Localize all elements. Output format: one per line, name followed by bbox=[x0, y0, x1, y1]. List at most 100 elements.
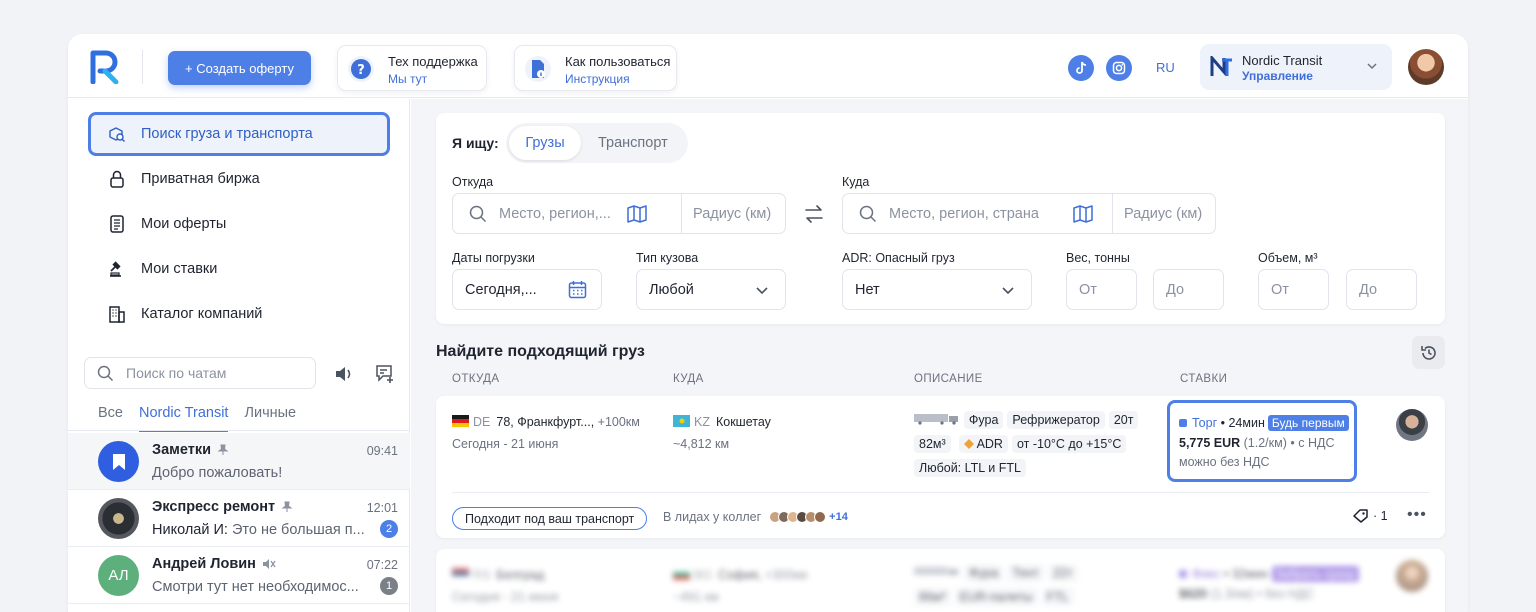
cargo-card[interactable]: DE 78, Франкфурт..., +100км Сегодня - 21 … bbox=[436, 396, 1445, 538]
volume-from-field bbox=[1258, 269, 1329, 310]
cargo-card[interactable]: RS Белград Сегодня - 21 июня BG София, +30… bbox=[436, 549, 1445, 612]
doc-info-icon bbox=[525, 56, 551, 82]
shipper-avatar[interactable] bbox=[1396, 409, 1428, 441]
cargo-date: Сегодня - 21 июня bbox=[452, 437, 559, 451]
unread-badge: 2 bbox=[380, 520, 398, 538]
from-input[interactable] bbox=[499, 205, 619, 222]
to-radius-input[interactable] bbox=[1124, 205, 1214, 222]
howto-link[interactable]: Инструкция bbox=[565, 72, 630, 86]
chat-tabs: Все Nordic Transit Личные bbox=[98, 405, 312, 432]
weight-to-field bbox=[1153, 269, 1224, 310]
howto-card[interactable]: Как пользоваться Инструкция bbox=[514, 45, 677, 91]
speaker-icon[interactable] bbox=[333, 363, 355, 385]
chat-time: 07:22 bbox=[366, 558, 398, 572]
question-icon: ? bbox=[348, 56, 374, 82]
weight-to-input[interactable] bbox=[1166, 281, 1216, 298]
support-card[interactable]: ? Тех поддержка Мы тут bbox=[337, 45, 487, 91]
nav-private-exchange[interactable]: Приватная биржа bbox=[88, 157, 390, 201]
chat-search-input[interactable] bbox=[126, 365, 296, 381]
to-label: Куда bbox=[842, 175, 870, 189]
mode-cargo[interactable]: Грузы bbox=[509, 126, 581, 160]
cargo-to: KZ Кокшетау bbox=[673, 415, 771, 429]
support-link[interactable]: Мы тут bbox=[388, 72, 427, 86]
more-options-icon[interactable]: ••• bbox=[1407, 506, 1427, 524]
dates-field[interactable]: Сегодня,... bbox=[452, 269, 602, 310]
header-divider bbox=[142, 50, 143, 84]
nav-cargo-search[interactable]: Поиск груза и транспорта bbox=[88, 112, 390, 156]
map-icon[interactable] bbox=[1073, 204, 1093, 223]
history-button[interactable] bbox=[1412, 336, 1445, 369]
pin-icon bbox=[217, 444, 229, 455]
cargo-date: Сегодня - 21 июня bbox=[452, 590, 559, 604]
tab-personal[interactable]: Личные bbox=[244, 405, 296, 432]
chat-item-andrey-lovin[interactable]: АЛ Андрей Ловин Смотри тут нет необходим… bbox=[68, 547, 410, 604]
adr-label: ADR: Опасный груз bbox=[842, 251, 955, 265]
weight-from-input[interactable] bbox=[1079, 281, 1129, 298]
from-field bbox=[452, 193, 786, 234]
nav-label: Поиск груза и транспорта bbox=[141, 126, 313, 142]
language-switcher[interactable]: RU bbox=[1156, 60, 1175, 75]
colleague-avatars bbox=[769, 511, 827, 523]
user-avatar[interactable] bbox=[1408, 49, 1444, 85]
body-type-select[interactable]: Любой bbox=[636, 269, 786, 310]
be-first-badge: Будь первым bbox=[1267, 415, 1349, 431]
search-icon bbox=[97, 365, 114, 381]
nav-my-bids[interactable]: Мои ставки bbox=[88, 247, 390, 291]
chevron-down-icon bbox=[1367, 63, 1377, 70]
volume-to-field bbox=[1346, 269, 1417, 310]
howto-title: Как пользоваться bbox=[565, 54, 671, 69]
rate-type-marker bbox=[1179, 570, 1187, 578]
rate-header: Торг • 24мин Будь первым bbox=[1179, 415, 1349, 431]
mode-toggle: Грузы Транспорт bbox=[506, 123, 688, 163]
org-switcher[interactable]: Nordic Transit Управление bbox=[1200, 44, 1392, 90]
chat-search-box[interactable] bbox=[84, 357, 316, 389]
cargo-distance: ~4,812 км bbox=[673, 437, 730, 451]
col-header-rates: СТАВКИ bbox=[1180, 373, 1228, 385]
flag-kz-icon bbox=[673, 415, 690, 427]
app-window: + Создать оферту ? Тех поддержка Мы тут … bbox=[68, 34, 1468, 612]
chat-last-message: Николай И: Это не большая п... bbox=[152, 522, 365, 538]
instagram-icon[interactable] bbox=[1106, 55, 1132, 81]
create-offer-button[interactable]: + Создать оферту bbox=[168, 51, 311, 85]
mute-icon bbox=[262, 559, 276, 569]
lock-icon bbox=[108, 170, 126, 188]
chat-time: 12:01 bbox=[366, 501, 398, 515]
pin-icon bbox=[281, 501, 293, 512]
rate-box[interactable]: Торг • 24мин Будь первым 5,775 EUR (1.2/… bbox=[1167, 400, 1357, 482]
more-colleagues-count: +14 bbox=[829, 511, 848, 523]
from-radius-input[interactable] bbox=[693, 205, 783, 222]
shipper-avatar[interactable] bbox=[1396, 560, 1428, 592]
chat-item-express-repair[interactable]: Экспресс ремонт Николай И: Это не больша… bbox=[68, 490, 410, 547]
col-header-from: ОТКУДА bbox=[452, 373, 500, 385]
svg-text:?: ? bbox=[357, 63, 365, 78]
history-icon bbox=[1420, 345, 1436, 360]
tab-all[interactable]: Все bbox=[98, 405, 123, 432]
chat-item-notes[interactable]: Заметки Добро пожаловать! 09:41 bbox=[68, 433, 410, 490]
tiktok-icon[interactable] bbox=[1068, 55, 1094, 81]
unread-badge: 1 bbox=[380, 577, 398, 595]
cargo-distance: ~491 км bbox=[673, 590, 719, 604]
hazard-diamond-icon bbox=[963, 439, 974, 449]
cargo-from: RS Белград bbox=[452, 568, 544, 582]
app-logo[interactable] bbox=[90, 50, 120, 84]
mode-transport[interactable]: Транспорт bbox=[598, 135, 668, 151]
adr-select[interactable]: Нет bbox=[842, 269, 1032, 310]
new-chat-icon[interactable] bbox=[374, 363, 396, 385]
cargo-description: Фура Рефрижератор 20т 82м³ ADR от -10°C до … bbox=[914, 411, 1142, 481]
seek-label: Я ищу: bbox=[452, 135, 499, 151]
tab-nordic-transit[interactable]: Nordic Transit bbox=[139, 405, 229, 432]
cargo-to: BG София, +300км bbox=[673, 568, 807, 582]
swap-icon[interactable] bbox=[803, 204, 825, 224]
truck-icon bbox=[914, 567, 958, 575]
nav-my-offers[interactable]: Мои оферты bbox=[88, 202, 390, 246]
to-input[interactable] bbox=[889, 205, 1067, 222]
weight-label: Вес, тонны bbox=[1066, 251, 1130, 265]
bookmark-icon bbox=[112, 453, 125, 470]
volume-to-input[interactable] bbox=[1359, 281, 1409, 298]
volume-from-input[interactable] bbox=[1271, 281, 1321, 298]
map-icon[interactable] bbox=[627, 204, 647, 223]
avatar: АЛ bbox=[98, 555, 139, 596]
nav-company-catalog[interactable]: Каталог компаний bbox=[88, 292, 390, 336]
match-transport-pill[interactable]: Подходит под ваш транспорт bbox=[452, 507, 648, 530]
tag-icon bbox=[1353, 509, 1368, 523]
